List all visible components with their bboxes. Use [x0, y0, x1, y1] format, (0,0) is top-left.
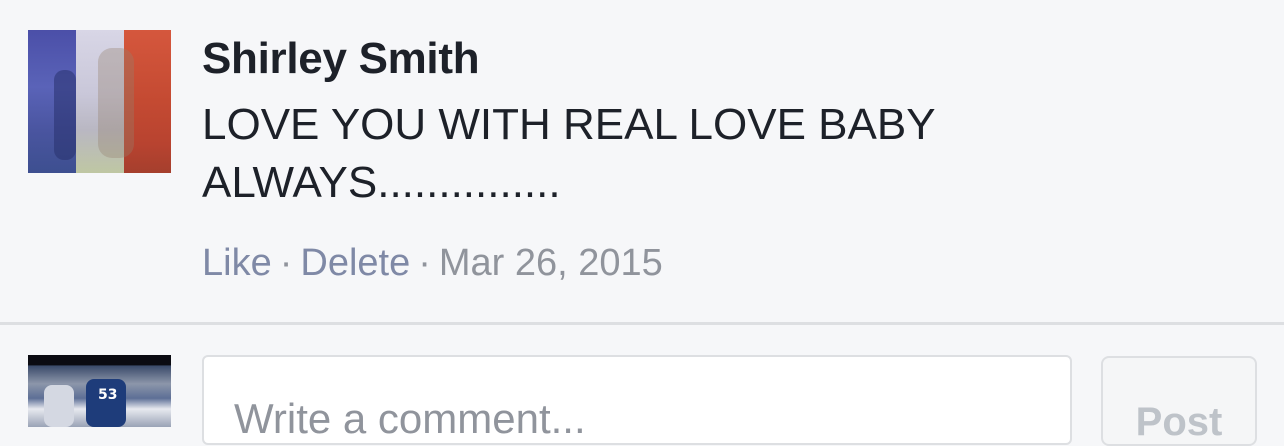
current-user-avatar[interactable]: 53 [28, 355, 171, 427]
avatar-jersey-number: 53 [98, 387, 118, 403]
comment-item: Shirley Smith LOVE YOU WITH REAL LOVE BA… [0, 0, 1284, 322]
commenter-avatar[interactable] [28, 30, 171, 173]
avatar-figure-child [54, 70, 76, 160]
comment-author-name[interactable]: Shirley Smith [202, 34, 480, 84]
avatar-figure-player [44, 385, 74, 427]
comment-input[interactable] [202, 355, 1072, 445]
comment-text: LOVE YOU WITH REAL LOVE BABY ALWAYS.....… [202, 100, 935, 207]
post-button[interactable]: Post [1101, 356, 1257, 446]
comment-timestamp[interactable]: Mar 26, 2015 [439, 242, 663, 284]
delete-link[interactable]: Delete [300, 242, 410, 284]
action-separator: · [418, 242, 431, 284]
comment-composer: 53 Post [0, 325, 1284, 446]
avatar-figure-adult [98, 48, 134, 158]
like-link[interactable]: Like [202, 242, 272, 284]
comment-actions: Like · Delete · Mar 26, 2015 [202, 242, 663, 285]
action-separator: · [279, 242, 293, 284]
